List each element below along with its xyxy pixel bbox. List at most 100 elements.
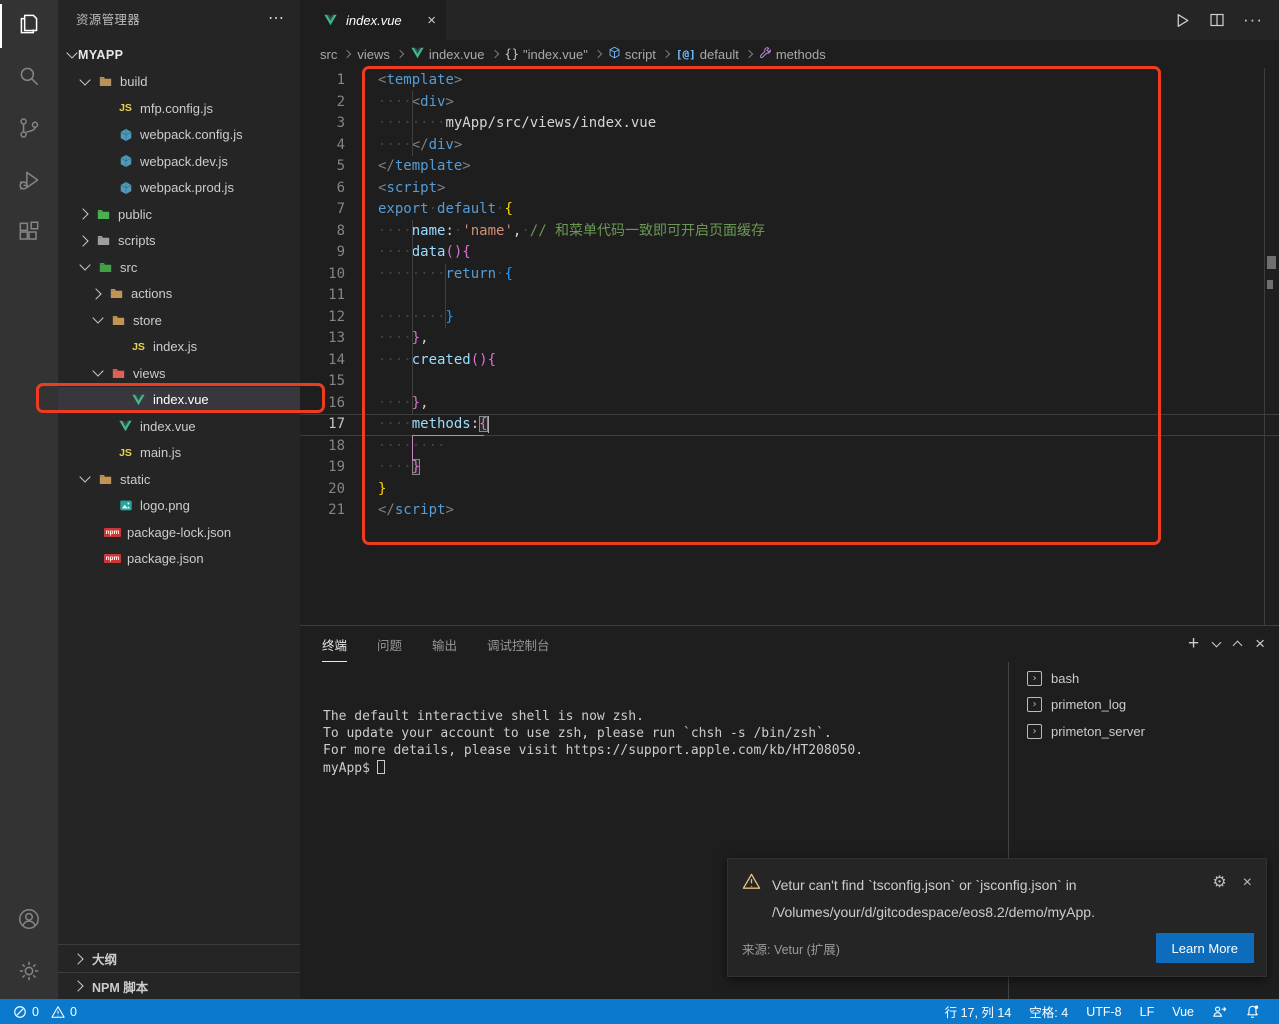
tree-item-scripts[interactable]: scripts (58, 228, 300, 255)
minimap[interactable] (1264, 68, 1265, 625)
tree-item-logo.png[interactable]: logo.png (58, 493, 300, 520)
status-eol[interactable]: LF (1131, 999, 1164, 1024)
code-line-20[interactable]: 20} (300, 479, 1279, 501)
tree-item-static[interactable]: static (58, 466, 300, 493)
line-number: 4 (300, 135, 358, 157)
ellipsis-icon[interactable]: ··· (1243, 10, 1263, 30)
tree-item-actions[interactable]: actions (58, 281, 300, 308)
breadcrumb-views[interactable]: views (357, 47, 390, 62)
code-line-7[interactable]: 7export·default·{ (300, 199, 1279, 221)
code-line-10[interactable]: 10········return·{ (300, 264, 1279, 286)
code-line-5[interactable]: 5</template> (300, 156, 1279, 178)
tree-item-mfp.config.js[interactable]: JSmfp.config.js (58, 95, 300, 122)
status-language-mode[interactable]: Vue (1163, 999, 1203, 1024)
activity-source-control[interactable] (0, 104, 58, 156)
tree-item-store[interactable]: store (58, 307, 300, 334)
chevron-up-icon[interactable] (1234, 639, 1241, 649)
code-line-13[interactable]: 13····}, (300, 328, 1279, 350)
chevron-right-icon (72, 980, 83, 991)
close-icon[interactable]: × (1255, 634, 1265, 654)
panel-tab-输出[interactable]: 输出 (432, 626, 457, 662)
activity-explorer[interactable] (0, 0, 58, 52)
code-line-19[interactable]: 19····} (300, 457, 1279, 479)
sidebar-section-大纲[interactable]: 大纲 (58, 945, 300, 972)
line-number: 7 (300, 199, 358, 221)
breadcrumb-index.vue[interactable]: index.vue (410, 46, 485, 63)
tree-item-public[interactable]: public (58, 201, 300, 228)
warning-icon (51, 1005, 65, 1019)
chevron-down-icon (92, 313, 103, 324)
indent-guide (445, 264, 446, 328)
tree-item-index.vue[interactable]: index.vue (58, 413, 300, 440)
code-line-11[interactable]: 11 (300, 285, 1279, 307)
status-encoding[interactable]: UTF-8 (1077, 999, 1130, 1024)
tree-item-webpack.prod.js[interactable]: webpack.prod.js (58, 175, 300, 202)
code-line-14[interactable]: 14····created(){ (300, 350, 1279, 372)
tree-item-views[interactable]: views (58, 360, 300, 387)
activity-settings[interactable] (0, 947, 58, 999)
tree-item-src[interactable]: src (58, 254, 300, 281)
close-icon[interactable]: × (1243, 875, 1252, 891)
activity-search[interactable] (0, 52, 58, 104)
status-indentation[interactable]: 空格: 4 (1020, 999, 1077, 1024)
tab-index-vue[interactable]: index.vue × (300, 0, 446, 40)
code-line-2[interactable]: 2····<div> (300, 92, 1279, 114)
tree-item-index.js[interactable]: JSindex.js (58, 334, 300, 361)
code-line-12[interactable]: 12········} (300, 307, 1279, 329)
line-number: 12 (300, 307, 358, 329)
braces-icon: {} (505, 47, 519, 61)
status-errors[interactable]: 0 (10, 999, 42, 1024)
tree-item-webpack.config.js[interactable]: webpack.config.js (58, 122, 300, 149)
split-icon[interactable] (1209, 12, 1225, 28)
terminal-instance-primeton_log[interactable]: ›primeton_log (1027, 692, 1279, 719)
breadcrumb-default[interactable]: [@]default (676, 47, 739, 62)
breadcrumb-src[interactable]: src (320, 47, 337, 62)
code-line-15[interactable]: 15 (300, 371, 1279, 393)
code-line-1[interactable]: 1<template> (300, 70, 1279, 92)
panel-tab-终端[interactable]: 终端 (322, 626, 347, 662)
tree-item-package.json[interactable]: npmpackage.json (58, 546, 300, 573)
breadcrumb-methods[interactable]: methods (759, 46, 826, 62)
plus-icon[interactable]: + (1188, 637, 1199, 651)
tree-item-package-lock.json[interactable]: npmpackage-lock.json (58, 519, 300, 546)
tree-item-myapp[interactable]: MYAPP (58, 42, 300, 69)
breadcrumb-index.vue[interactable]: {}"index.vue" (505, 47, 588, 62)
breadcrumb-separator (662, 50, 670, 58)
code-line-18[interactable]: 18········ (300, 436, 1279, 458)
activity-account[interactable] (0, 895, 58, 947)
code-line-6[interactable]: 6<script> (300, 178, 1279, 200)
tree-item-index.vue[interactable]: index.vue (58, 387, 300, 414)
line-number: 20 (300, 479, 358, 501)
status-warnings[interactable]: 0 (48, 999, 80, 1024)
breadcrumb-script[interactable]: script (608, 46, 656, 62)
terminal-instance-primeton_server[interactable]: ›primeton_server (1027, 718, 1279, 745)
play-icon[interactable] (1174, 12, 1191, 29)
code-line-21[interactable]: 21</script> (300, 500, 1279, 522)
tree-item-webpack.dev.js[interactable]: webpack.dev.js (58, 148, 300, 175)
code-line-16[interactable]: 16····}, (300, 393, 1279, 415)
code-line-8[interactable]: 8····name:·'name',·// 和菜单代码一致即可开启页面缓存 (300, 221, 1279, 243)
terminal-instance-bash[interactable]: ›bash (1027, 665, 1279, 692)
panel-tab-问题[interactable]: 问题 (377, 626, 402, 662)
code-line-3[interactable]: 3········myApp/src/views/index.vue (300, 113, 1279, 135)
code-line-4[interactable]: 4····</div> (300, 135, 1279, 157)
tree-item-main.js[interactable]: JSmain.js (58, 440, 300, 467)
sidebar-section-NPM 脚本[interactable]: NPM 脚本 (58, 972, 300, 999)
status-cursor-position[interactable]: 行 17, 列 14 (936, 999, 1021, 1024)
breadcrumb-separator (745, 50, 753, 58)
code-editor[interactable]: 1<template>2····<div>3········myApp/src/… (300, 68, 1279, 625)
code-line-17[interactable]: 17····methods:{ (300, 414, 1279, 436)
close-icon[interactable]: × (427, 12, 436, 29)
gear-icon[interactable]: ⚙ (1212, 875, 1226, 891)
code-line-9[interactable]: 9····data(){ (300, 242, 1279, 264)
more-actions-icon[interactable]: ⋯ (268, 8, 286, 28)
line-number: 16 (300, 393, 358, 415)
learn-more-button[interactable]: Learn More (1156, 933, 1254, 963)
activity-run-debug[interactable] (0, 156, 58, 208)
chevron-down-icon[interactable] (1213, 642, 1220, 646)
status-feedback[interactable] (1203, 999, 1236, 1024)
tree-item-build[interactable]: build (58, 69, 300, 96)
activity-extensions[interactable] (0, 208, 58, 260)
panel-tab-调试控制台[interactable]: 调试控制台 (487, 626, 550, 662)
status-notifications[interactable] (1236, 999, 1269, 1024)
